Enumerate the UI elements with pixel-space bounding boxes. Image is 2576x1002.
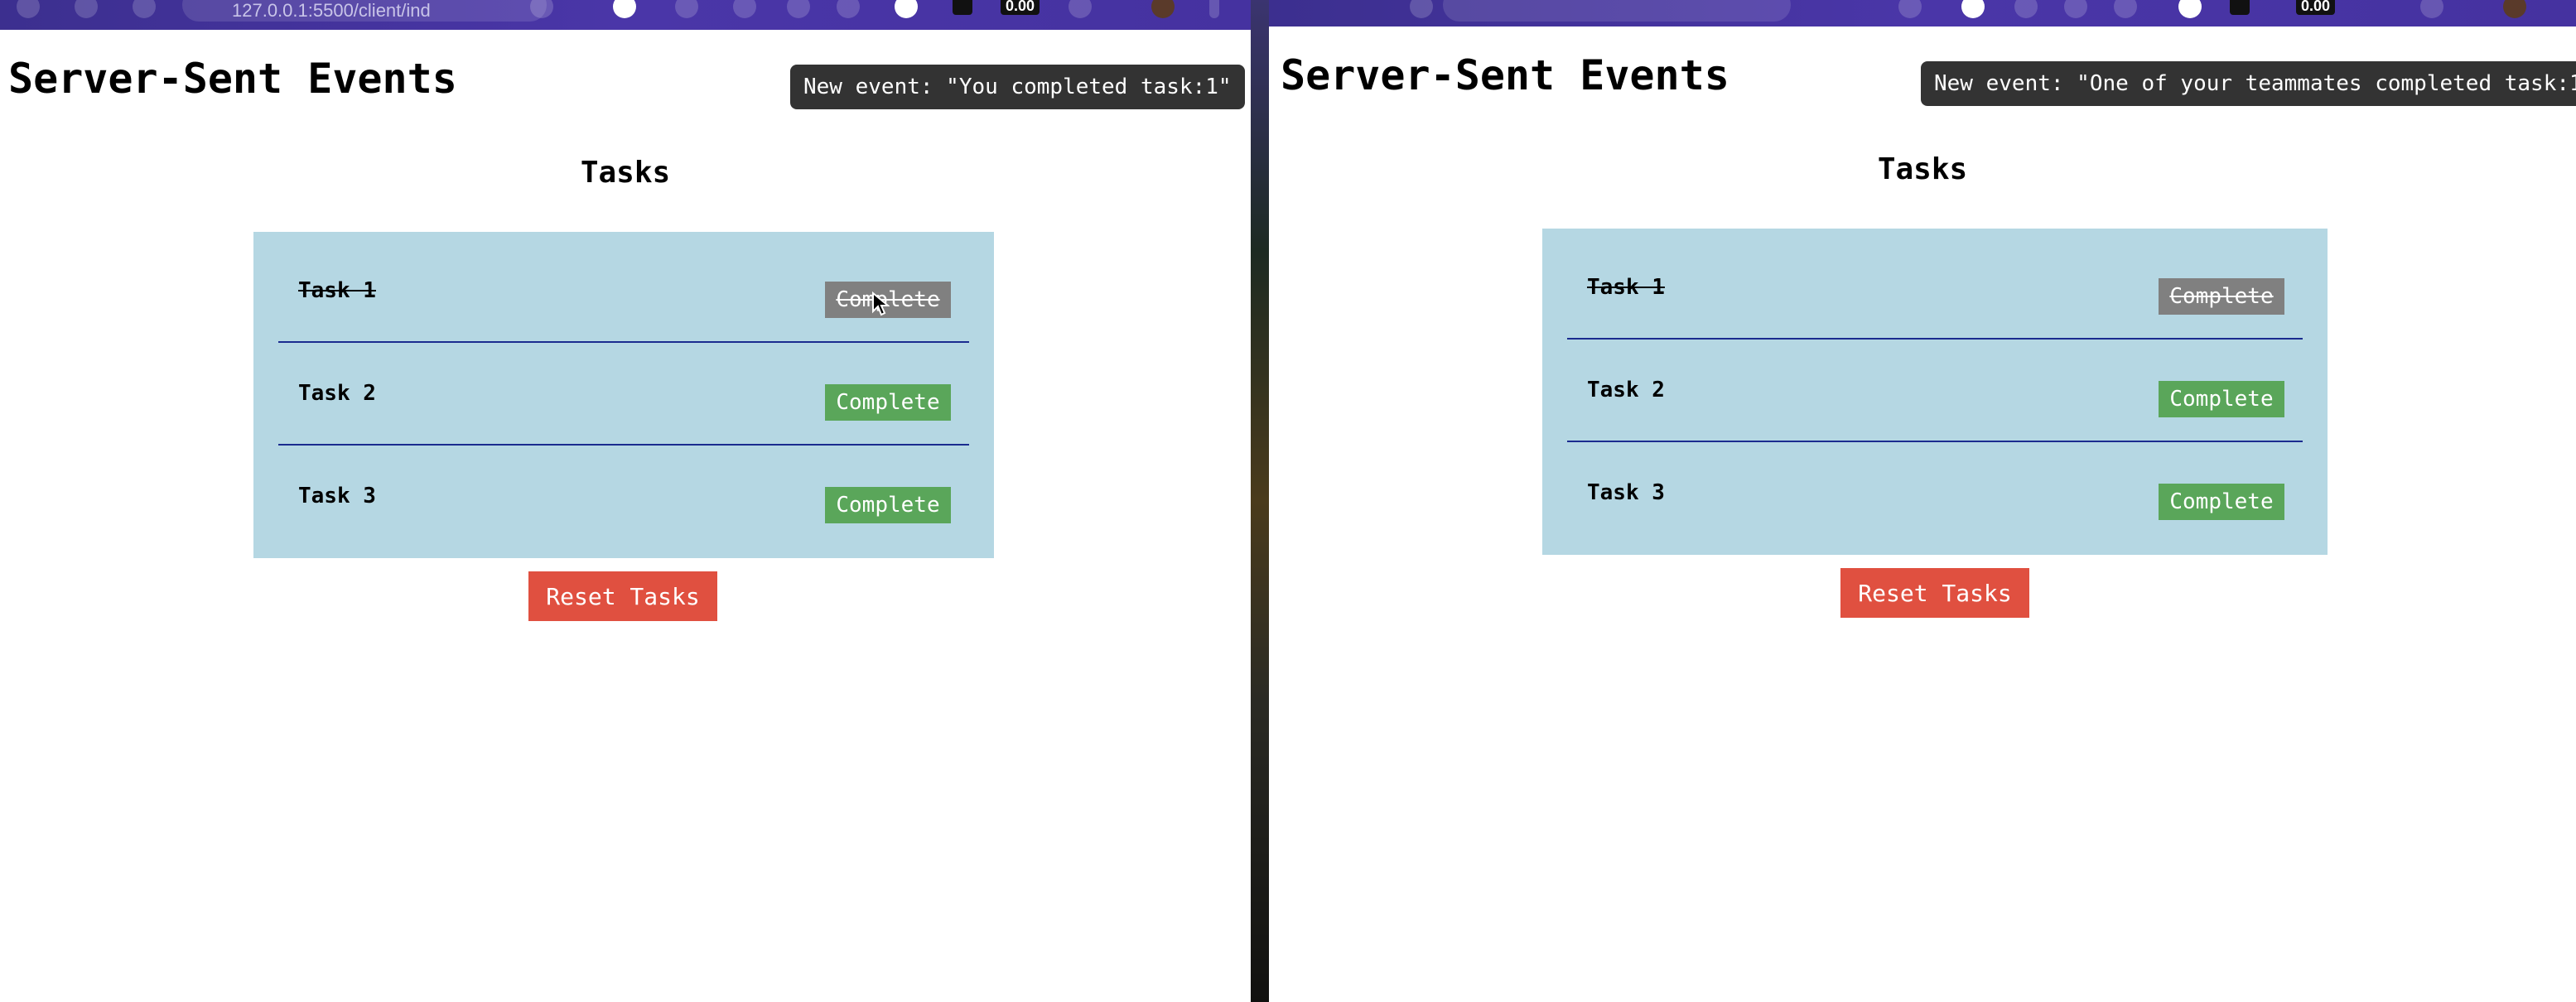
event-notification-toast: New event: "One of your teammates comple… xyxy=(1921,61,2576,106)
task-name: Task 3 xyxy=(1587,480,1665,505)
extension-icon[interactable] xyxy=(837,0,860,18)
extension-icon[interactable] xyxy=(2014,0,2038,18)
task-row: Task 2 Complete xyxy=(1567,340,2303,442)
profile-avatar-icon[interactable] xyxy=(2503,0,2526,18)
menu-dots-icon[interactable] xyxy=(1209,0,1219,18)
complete-task-2-button[interactable]: Complete xyxy=(825,384,951,421)
task-row: Task 1 Complete xyxy=(278,240,969,343)
task-name: Task 3 xyxy=(298,484,376,508)
task-row: Task 3 Complete xyxy=(278,446,969,547)
task-name: Task 2 xyxy=(298,381,376,406)
desktop-wallpaper-gap xyxy=(1251,0,1269,1002)
extension-icon[interactable] xyxy=(733,0,756,18)
task-name: Task 2 xyxy=(1587,378,1665,402)
task-row: Task 3 Complete xyxy=(1567,442,2303,543)
site-info-icon[interactable] xyxy=(1410,0,1433,18)
reload-icon[interactable] xyxy=(133,0,156,18)
extension-counter-badge[interactable]: 0.00 xyxy=(1001,0,1040,15)
task-list: Task 1 Complete Task 2 Complete Task 3 C… xyxy=(1542,229,2328,555)
extension-icon[interactable] xyxy=(675,0,698,18)
browser-toolbar: 127.0.0.1:5500/client/ind 0.00 xyxy=(0,0,1251,30)
extension-icon[interactable] xyxy=(2114,0,2137,18)
page-title: Server-Sent Events xyxy=(8,55,457,103)
task-list: Task 1 Complete Task 2 Complete Task 3 C… xyxy=(253,232,994,558)
back-arrow-icon[interactable] xyxy=(17,0,40,18)
bookmark-star-icon[interactable] xyxy=(1898,0,1922,18)
address-bar[interactable]: 127.0.0.1:5500/client/ind xyxy=(182,0,547,22)
browser-toolbar: 0.00 xyxy=(1269,0,2576,26)
tab-search-icon[interactable] xyxy=(1069,0,1092,18)
extension-icon[interactable] xyxy=(787,0,810,18)
extension-icon[interactable] xyxy=(895,0,918,18)
forward-arrow-icon[interactable] xyxy=(75,0,98,18)
tasks-heading: Tasks xyxy=(1877,152,1968,186)
extension-icon[interactable] xyxy=(2230,0,2250,15)
profile-avatar-icon[interactable] xyxy=(1151,0,1175,18)
task-name: Task 1 xyxy=(298,278,376,303)
tasks-heading: Tasks xyxy=(580,156,671,190)
task-row: Task 2 Complete xyxy=(278,343,969,446)
extension-icon[interactable] xyxy=(953,0,972,15)
mouse-cursor-icon xyxy=(872,291,890,316)
reset-tasks-button[interactable]: Reset Tasks xyxy=(528,571,717,621)
event-notification-toast: New event: "You completed task:1" xyxy=(790,65,1245,109)
extension-icon[interactable] xyxy=(613,0,636,18)
browser-window-left: 127.0.0.1:5500/client/ind 0.00 Server-Se… xyxy=(0,0,1251,1002)
bookmark-star-icon[interactable] xyxy=(530,0,553,18)
extension-icon[interactable] xyxy=(1961,0,1985,18)
browser-window-right: 0.00 Server-Sent Events New event: "One … xyxy=(1269,0,2576,1002)
tab-search-icon[interactable] xyxy=(2420,0,2443,18)
complete-task-1-button[interactable]: Complete xyxy=(2159,278,2284,315)
task-row: Task 1 Complete xyxy=(1567,237,2303,340)
complete-task-3-button[interactable]: Complete xyxy=(2159,484,2284,520)
extension-counter-badge[interactable]: 0.00 xyxy=(2296,0,2336,15)
reset-tasks-button[interactable]: Reset Tasks xyxy=(1840,568,2029,618)
address-bar-url: 127.0.0.1:5500/client/ind xyxy=(232,0,431,21)
task-name: Task 1 xyxy=(1587,275,1665,300)
extension-icon[interactable] xyxy=(2064,0,2087,18)
page-title: Server-Sent Events xyxy=(1281,51,1729,99)
complete-task-3-button[interactable]: Complete xyxy=(825,487,951,523)
complete-task-2-button[interactable]: Complete xyxy=(2159,381,2284,417)
address-bar[interactable] xyxy=(1443,0,1791,22)
extension-icon[interactable] xyxy=(2178,0,2202,18)
